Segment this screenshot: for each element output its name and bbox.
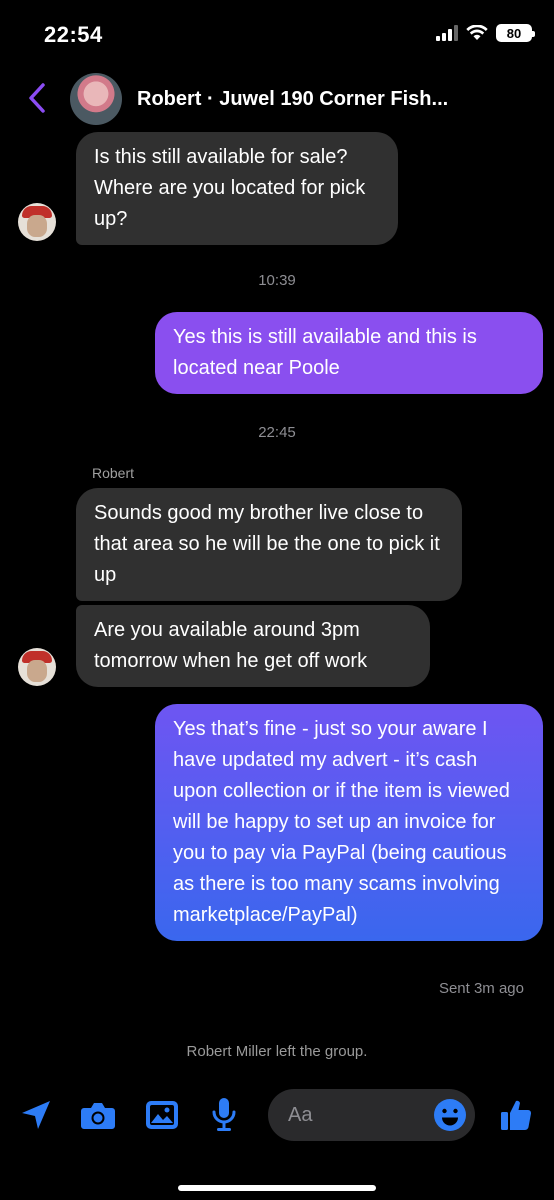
back-chevron-icon bbox=[29, 83, 45, 113]
microphone-icon bbox=[212, 1098, 236, 1131]
status-bar: 22:54 80 bbox=[0, 0, 554, 70]
emoji-icon bbox=[434, 1099, 466, 1131]
signal-icon bbox=[436, 25, 458, 41]
timestamp: 10:39 bbox=[258, 272, 296, 289]
thumbs-up-icon bbox=[501, 1100, 532, 1131]
message-text: Yes that’s fine - just so your aware I h… bbox=[173, 718, 510, 926]
outgoing-message-bubble[interactable]: Yes this is still available and this is … bbox=[155, 312, 543, 394]
incoming-message-bubble[interactable]: Are you available around 3pm tomorrow wh… bbox=[76, 605, 430, 687]
system-message: Robert Miller left the group. bbox=[186, 1043, 368, 1060]
voice-button[interactable] bbox=[204, 1095, 244, 1135]
message-text: Yes this is still available and this is … bbox=[173, 326, 477, 379]
conversation-title[interactable]: Robert · Juwel 190 Corner Fish... bbox=[137, 88, 448, 111]
back-button[interactable] bbox=[22, 80, 52, 116]
message-composer bbox=[0, 1085, 554, 1145]
camera-icon bbox=[81, 1103, 115, 1129]
battery-indicator: 80 bbox=[496, 24, 535, 42]
photo-icon bbox=[146, 1101, 178, 1129]
sent-status: Sent 3m ago bbox=[438, 980, 524, 997]
message-input[interactable] bbox=[288, 1101, 428, 1129]
photo-button[interactable] bbox=[142, 1095, 182, 1135]
like-button[interactable] bbox=[496, 1095, 536, 1135]
status-time: 22:54 bbox=[44, 22, 103, 47]
outgoing-message-bubble[interactable]: Yes that’s fine - just so your aware I h… bbox=[155, 704, 543, 941]
message-input-container[interactable] bbox=[268, 1089, 475, 1141]
incoming-message-bubble[interactable]: Is this still available for sale? Where … bbox=[76, 132, 398, 245]
sender-avatar[interactable] bbox=[18, 648, 56, 686]
camera-button[interactable] bbox=[78, 1095, 118, 1135]
emoji-button[interactable] bbox=[433, 1098, 467, 1132]
timestamp: 22:45 bbox=[258, 424, 296, 441]
contact-avatar[interactable] bbox=[70, 73, 122, 125]
home-indicator[interactable] bbox=[178, 1185, 376, 1191]
location-arrow-icon bbox=[22, 1101, 50, 1129]
status-icons: 80 bbox=[436, 24, 535, 42]
sender-name: Robert bbox=[92, 465, 135, 481]
sender-avatar[interactable] bbox=[18, 203, 56, 241]
message-text: Is this still available for sale? Where … bbox=[94, 146, 366, 230]
message-text: Are you available around 3pm tomorrow wh… bbox=[94, 619, 368, 672]
message-text: Sounds good my brother live close to tha… bbox=[94, 502, 440, 586]
incoming-message-bubble[interactable]: Sounds good my brother live close to tha… bbox=[76, 488, 462, 601]
location-button[interactable] bbox=[16, 1095, 56, 1135]
wifi-icon bbox=[466, 25, 488, 40]
conversation-header: Robert · Juwel 190 Corner Fish... bbox=[0, 70, 554, 128]
